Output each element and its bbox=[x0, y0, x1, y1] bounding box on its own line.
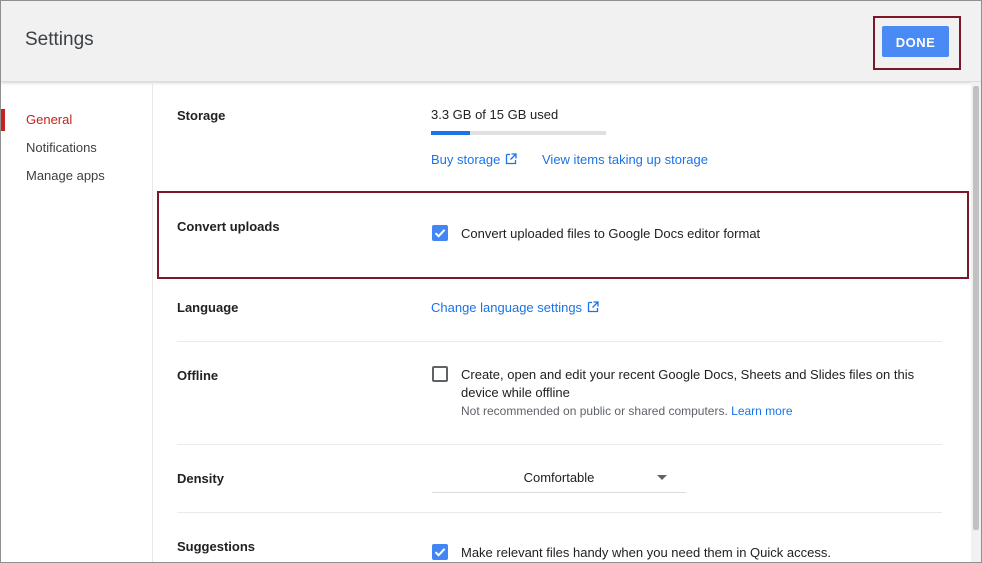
change-language-link[interactable]: Change language settings bbox=[431, 300, 599, 315]
learn-more-link[interactable]: Learn more bbox=[731, 404, 792, 418]
offline-checkbox-label-line1: Create, open and edit your recent Google… bbox=[461, 367, 915, 382]
storage-progress-fill bbox=[431, 131, 470, 135]
offline-label: Offline bbox=[177, 368, 219, 383]
sidebar-item-notifications[interactable]: Notifications bbox=[26, 140, 97, 155]
done-button[interactable]: DONE bbox=[882, 26, 949, 57]
buy-storage-label: Buy storage bbox=[431, 152, 501, 167]
content-scrollbar[interactable] bbox=[971, 82, 981, 562]
storage-label: Storage bbox=[177, 108, 226, 123]
active-nav-indicator bbox=[1, 109, 5, 131]
sidebar-item-manage-apps[interactable]: Manage apps bbox=[26, 168, 105, 183]
settings-dialog: Settings DONE General Notifications Mana… bbox=[0, 0, 982, 563]
offline-note-text: Not recommended on public or shared comp… bbox=[461, 404, 728, 418]
divider bbox=[177, 512, 942, 513]
divider bbox=[177, 341, 942, 342]
storage-usage-text: 3.3 GB of 15 GB used bbox=[431, 107, 559, 122]
settings-sidebar: General Notifications Manage apps bbox=[1, 82, 153, 562]
density-label: Density bbox=[177, 471, 224, 486]
density-select[interactable]: Comfortable bbox=[432, 464, 686, 493]
language-label: Language bbox=[177, 300, 239, 315]
suggestions-checkbox[interactable] bbox=[432, 544, 448, 560]
offline-checkbox[interactable] bbox=[432, 366, 448, 382]
change-language-label: Change language settings bbox=[431, 300, 583, 315]
checkmark-icon bbox=[434, 548, 446, 557]
suggestions-checkbox-label: Make relevant files handy when you need … bbox=[461, 545, 831, 560]
dialog-header: Settings DONE bbox=[1, 1, 981, 82]
scrollbar-thumb[interactable] bbox=[973, 86, 979, 530]
external-link-icon bbox=[506, 153, 518, 165]
sidebar-item-general[interactable]: General bbox=[26, 112, 72, 127]
dropdown-arrow-icon bbox=[657, 475, 667, 480]
convert-uploads-highlight bbox=[157, 191, 969, 279]
view-storage-items-link[interactable]: View items taking up storage bbox=[542, 152, 708, 167]
page-title: Settings bbox=[25, 29, 94, 50]
buy-storage-link[interactable]: Buy storage bbox=[431, 152, 518, 167]
suggestions-label: Suggestions bbox=[177, 539, 256, 554]
density-selected-value: Comfortable bbox=[523, 470, 595, 485]
offline-checkbox-label-line2: device while offline bbox=[461, 385, 570, 400]
settings-content: Storage 3.3 GB of 15 GB used Buy storage… bbox=[153, 82, 971, 562]
storage-progress-bar bbox=[431, 131, 606, 135]
external-link-icon bbox=[587, 301, 599, 313]
divider bbox=[177, 444, 942, 445]
offline-note: Not recommended on public or shared comp… bbox=[461, 404, 793, 418]
